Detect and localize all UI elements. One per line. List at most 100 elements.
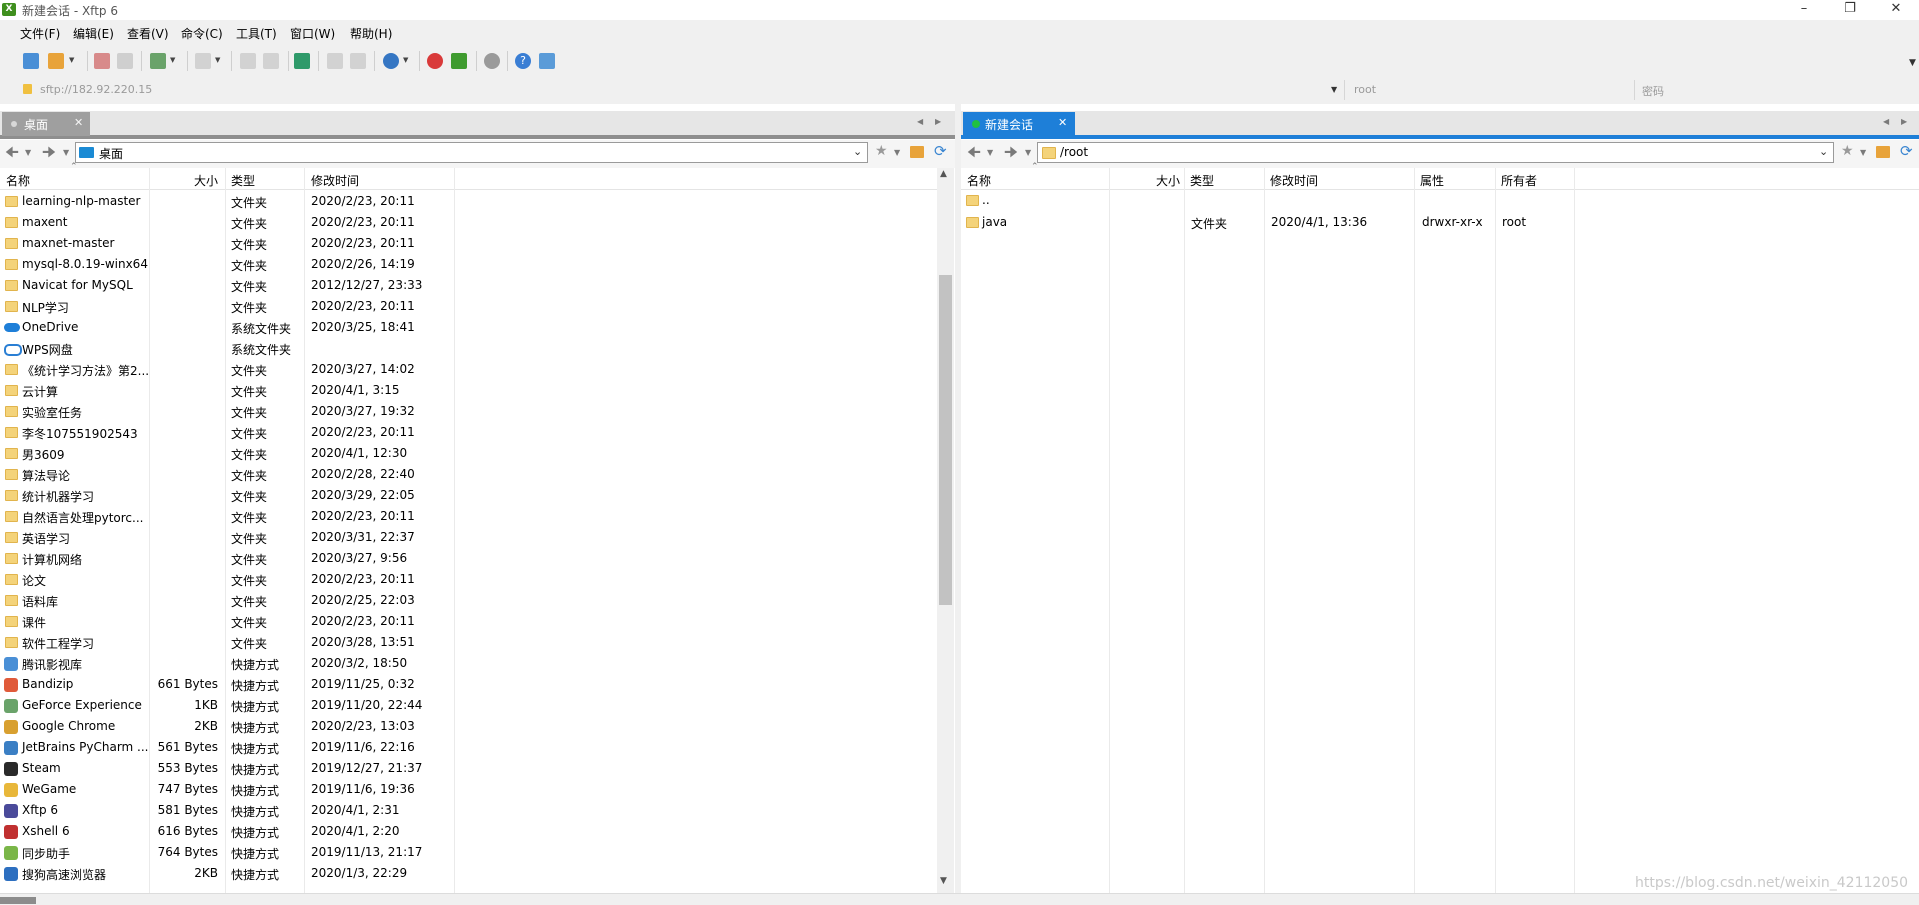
forward-arrow-icon[interactable]: 🠊 — [42, 142, 56, 167]
file-name[interactable]: 算法导论 — [22, 467, 70, 484]
menu-command[interactable]: 命令(C) — [179, 25, 225, 42]
column-header-name[interactable]: 名称 — [6, 172, 30, 189]
file-name[interactable]: WPS网盘 — [22, 341, 73, 358]
file-name[interactable]: 李冬107551902543 — [22, 425, 138, 442]
properties-icon[interactable] — [327, 53, 343, 69]
file-name[interactable]: JetBrains PyCharm ... — [22, 740, 149, 754]
column-header-size[interactable]: 大小 — [194, 172, 218, 189]
menu-file[interactable]: 文件(F) — [18, 25, 62, 42]
open-folder-icon[interactable] — [48, 53, 64, 69]
menu-view[interactable]: 查看(V) — [125, 25, 171, 42]
file-name[interactable]: 搜狗高速浏览器 — [22, 866, 106, 883]
file-name[interactable]: Bandizip — [22, 677, 73, 691]
star-icon[interactable]: ★ — [1841, 143, 1854, 159]
delete-icon[interactable] — [350, 53, 366, 69]
file-name[interactable]: WeGame — [22, 782, 76, 796]
file-name[interactable]: NLP学习 — [22, 299, 69, 316]
chevron-down-icon[interactable]: ▼ — [403, 56, 408, 64]
new-session-icon[interactable] — [23, 53, 39, 69]
file-name[interactable]: Navicat for MySQL — [22, 278, 133, 292]
file-name[interactable]: 实验室任务 — [22, 404, 82, 421]
pane-splitter[interactable] — [955, 104, 961, 894]
menu-window[interactable]: 窗口(W) — [288, 25, 337, 42]
tab-scroll-right-icon[interactable]: ▶ — [1901, 117, 1907, 126]
tab-scroll-left-icon[interactable]: ◀ — [917, 117, 923, 126]
back-arrow-icon[interactable]: 🠈 — [967, 142, 981, 167]
column-header-attributes[interactable]: 属性 — [1420, 172, 1444, 189]
right-path-input[interactable] — [1037, 142, 1834, 163]
home-folder-icon[interactable] — [1876, 146, 1890, 158]
forward-arrow-icon[interactable]: 🠊 — [1004, 142, 1018, 167]
file-name[interactable]: 自然语言处理pytorc... — [22, 509, 143, 526]
menu-tools[interactable]: 工具(T) — [234, 25, 279, 42]
column-header-size[interactable]: 大小 — [1156, 172, 1180, 189]
chevron-down-icon[interactable]: ▼ — [1860, 148, 1866, 157]
column-header-name[interactable]: 名称 — [967, 172, 991, 189]
tab-scroll-left-icon[interactable]: ◀ — [1883, 117, 1889, 126]
minimize-icon[interactable]: – — [1781, 0, 1827, 20]
gear-icon[interactable] — [484, 53, 500, 69]
chevron-down-icon[interactable]: ▼ — [1025, 148, 1031, 157]
star-icon[interactable]: ★ — [875, 143, 888, 159]
menu-edit[interactable]: 编辑(E) — [71, 25, 116, 42]
file-name[interactable]: java — [982, 215, 1007, 229]
file-name[interactable]: 云计算 — [22, 383, 58, 400]
close-icon[interactable]: ✕ — [1873, 0, 1919, 20]
file-name[interactable]: 统计机器学习 — [22, 488, 94, 505]
globe-icon[interactable] — [383, 53, 399, 69]
scroll-down-icon[interactable]: ▼ — [940, 876, 947, 886]
home-folder-icon[interactable] — [910, 146, 924, 158]
view-icon[interactable] — [195, 53, 211, 69]
chevron-down-icon[interactable]: ▼ — [987, 148, 993, 157]
chevron-down-icon[interactable]: ▼ — [894, 148, 900, 157]
file-name[interactable]: learning-nlp-master — [22, 194, 141, 208]
file-name[interactable]: Xshell 6 — [22, 824, 70, 838]
chevron-down-icon[interactable]: ▼ — [25, 148, 31, 157]
file-name[interactable]: 论文 — [22, 572, 46, 589]
host-address-input[interactable]: sftp://182.92.220.15 — [40, 83, 152, 96]
chevron-down-icon[interactable]: ▼ — [63, 148, 69, 157]
paste-icon[interactable] — [263, 53, 279, 69]
password-field[interactable]: 密码 — [1642, 83, 1664, 99]
file-name[interactable]: 英语学习 — [22, 530, 70, 547]
file-name[interactable]: GeForce Experience — [22, 698, 142, 712]
column-header-type[interactable]: 类型 — [1190, 172, 1214, 189]
xshell-icon[interactable] — [427, 53, 443, 69]
transfer-icon[interactable] — [294, 53, 310, 69]
reconnect-icon[interactable] — [117, 53, 133, 69]
back-arrow-icon[interactable]: 🠈 — [5, 142, 19, 167]
file-name[interactable]: maxnet-master — [22, 236, 114, 250]
file-name[interactable]: 课件 — [22, 614, 46, 631]
file-name[interactable]: 同步助手 — [22, 845, 70, 862]
left-scrollbar-thumb[interactable] — [939, 275, 952, 605]
toolbar-overflow-icon[interactable]: ▼ — [1909, 58, 1916, 68]
restore-icon[interactable]: ❐ — [1827, 0, 1873, 20]
chevron-down-icon[interactable]: ▼ — [170, 56, 175, 64]
refresh-icon[interactable]: ⟳ — [934, 142, 947, 160]
username-field[interactable]: root — [1354, 83, 1376, 96]
left-path-input[interactable] — [75, 142, 868, 163]
file-name[interactable]: OneDrive — [22, 320, 78, 334]
chevron-down-icon[interactable]: ⌄ — [1819, 145, 1828, 158]
parent-directory-entry[interactable]: .. — [982, 193, 990, 207]
file-name[interactable]: 语料库 — [22, 593, 58, 610]
file-name[interactable]: maxent — [22, 215, 67, 229]
refresh-icon[interactable]: ⟳ — [1900, 142, 1913, 160]
column-header-type[interactable]: 类型 — [231, 172, 255, 189]
chevron-down-icon[interactable]: ▼ — [1331, 85, 1337, 94]
file-name[interactable]: 计算机网络 — [22, 551, 82, 568]
column-header-owner[interactable]: 所有者 — [1501, 172, 1537, 189]
tab-scroll-right-icon[interactable]: ▶ — [935, 117, 941, 126]
file-name[interactable]: Google Chrome — [22, 719, 115, 733]
file-name[interactable]: 软件工程学习 — [22, 635, 94, 652]
xftp-icon[interactable] — [451, 53, 467, 69]
chevron-down-icon[interactable]: ▼ — [215, 56, 220, 64]
close-icon[interactable]: ✕ — [74, 116, 83, 129]
file-name[interactable]: Xftp 6 — [22, 803, 58, 817]
scroll-up-icon[interactable]: ▲ — [940, 169, 947, 179]
column-header-modified[interactable]: 修改时间 — [1270, 172, 1318, 189]
chat-icon[interactable] — [539, 53, 555, 69]
file-name[interactable]: mysql-8.0.19-winx64 — [22, 257, 148, 271]
column-header-modified[interactable]: 修改时间 — [311, 172, 359, 189]
disconnect-icon[interactable] — [94, 53, 110, 69]
